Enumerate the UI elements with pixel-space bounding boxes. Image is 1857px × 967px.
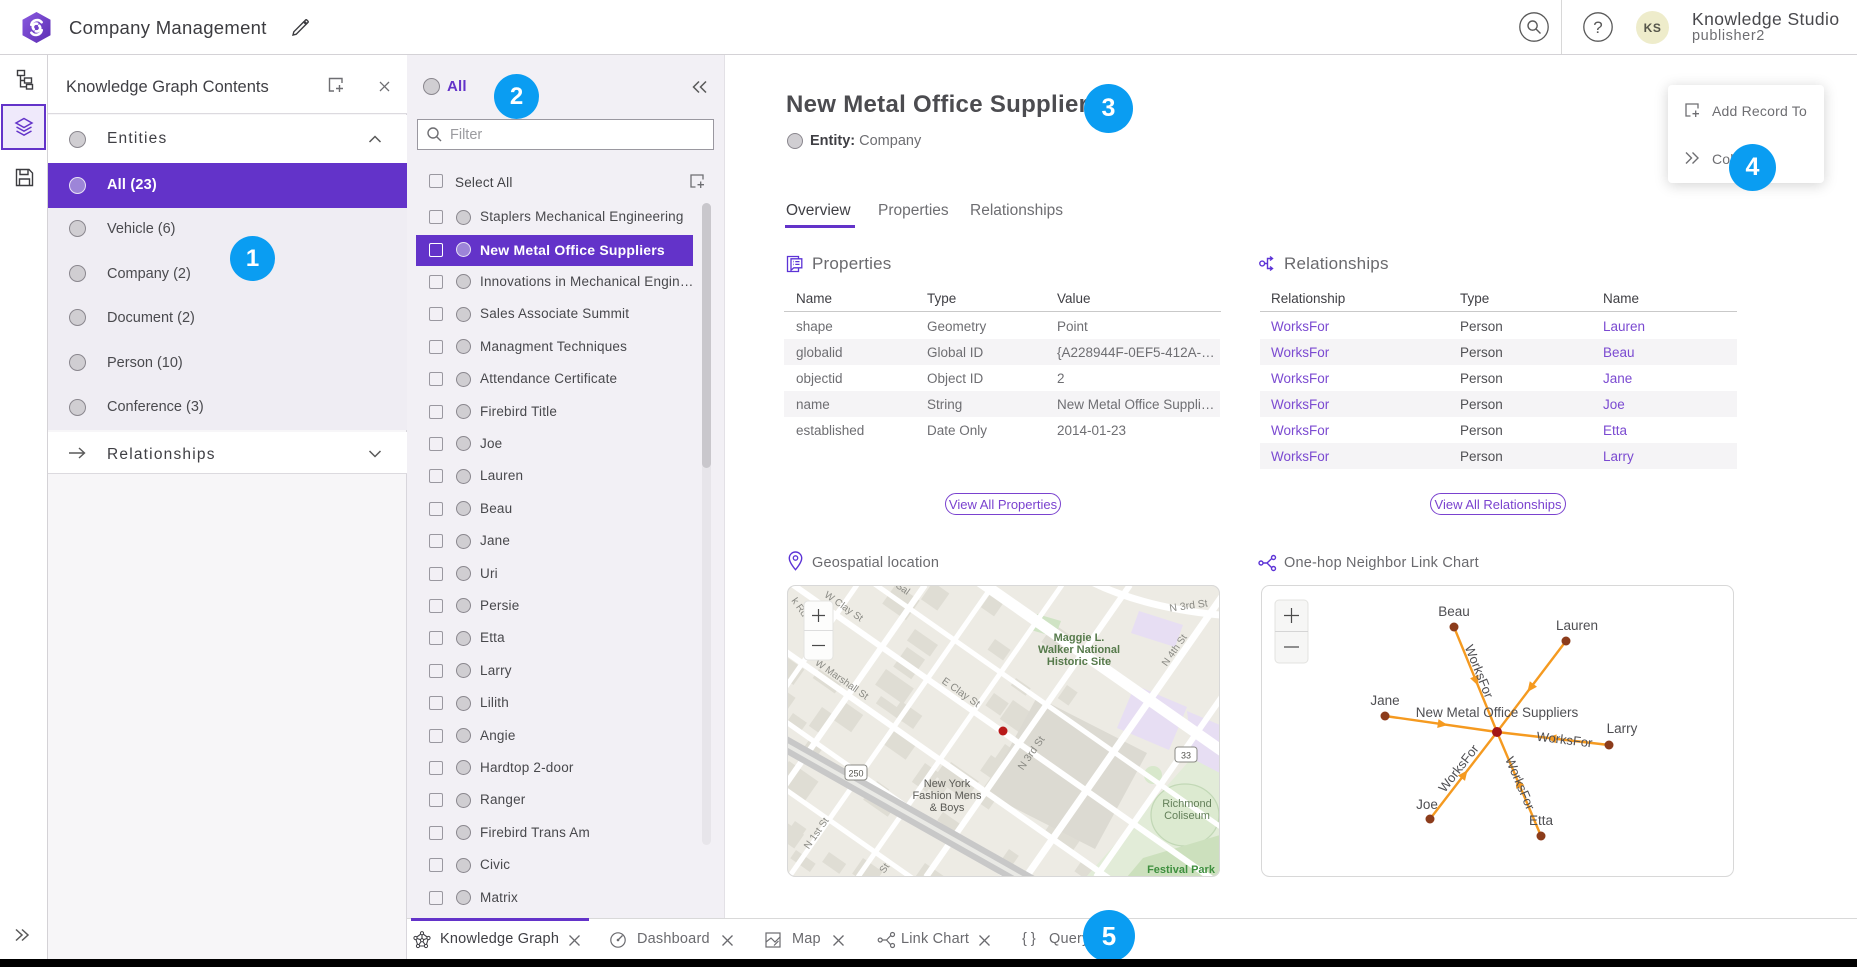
svg-text:& Boys: & Boys	[930, 802, 965, 814]
svg-text:?: ?	[1593, 18, 1602, 37]
svg-text:Joe: Joe	[1416, 797, 1438, 812]
svg-text:New York: New York	[924, 778, 971, 790]
svg-text:33: 33	[1181, 751, 1191, 761]
svg-text:Maggie L.: Maggie L.	[1054, 632, 1105, 644]
svg-text:250: 250	[848, 769, 863, 779]
svg-text:Fashion Mens: Fashion Mens	[912, 790, 982, 802]
svg-text:Larry: Larry	[1607, 721, 1638, 736]
svg-text:Jane: Jane	[1370, 693, 1399, 708]
svg-text:Historic Site: Historic Site	[1047, 656, 1111, 668]
svg-text:New Metal Office Suppliers: New Metal Office Suppliers	[1416, 705, 1579, 720]
svg-text:Walker National: Walker National	[1038, 644, 1120, 656]
svg-text:Etta: Etta	[1529, 813, 1554, 828]
svg-text:Richmond: Richmond	[1162, 798, 1212, 810]
svg-text:Festival Park: Festival Park	[1147, 864, 1216, 876]
svg-text:Beau: Beau	[1438, 604, 1470, 619]
svg-text:Lauren: Lauren	[1556, 618, 1598, 633]
svg-text:Coliseum: Coliseum	[1164, 810, 1210, 822]
